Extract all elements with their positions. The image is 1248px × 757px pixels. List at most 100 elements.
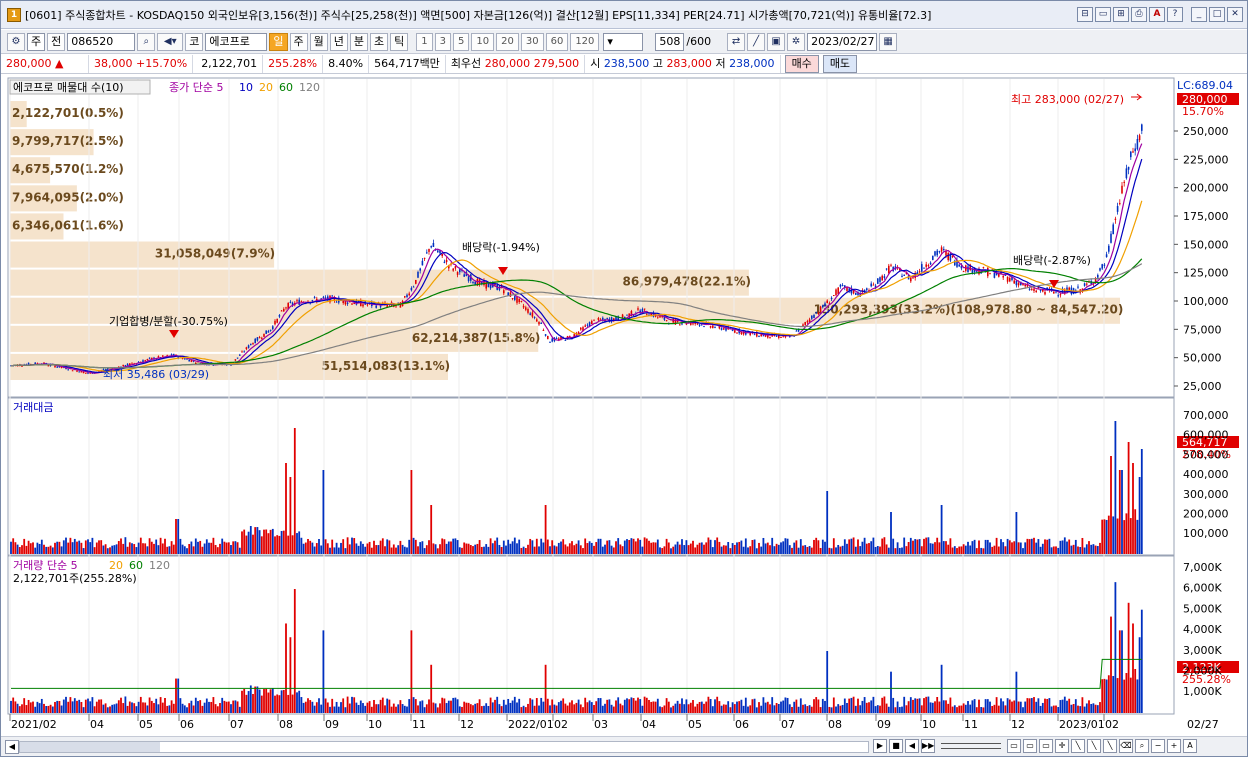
period-minute[interactable]: 분 xyxy=(349,32,368,51)
volume-panel[interactable] xyxy=(7,555,1175,715)
period-year[interactable]: 년 xyxy=(329,32,348,51)
candle-body xyxy=(813,315,815,319)
restore-pane-icon[interactable]: ⊞ xyxy=(1113,7,1129,22)
speaker-icon[interactable]: ◀▾ xyxy=(157,32,184,51)
chart-settings-icon[interactable]: ⚙ xyxy=(7,32,25,51)
gear-icon[interactable]: ✲ xyxy=(787,32,806,51)
chart-svg[interactable]: 2,122,701(0.5%) 9,799,717(2.5%) 4,675,570(… xyxy=(1,76,1247,736)
price-ma-label: 종가 단순 5 xyxy=(169,81,223,94)
draw-icon-1[interactable]: ╲ xyxy=(1071,739,1085,753)
amount-bar xyxy=(188,544,191,554)
minimize-button[interactable]: _ xyxy=(1191,7,1207,22)
interval-120[interactable]: 120 xyxy=(570,32,600,51)
period-month[interactable]: 월 xyxy=(309,32,328,51)
date-input[interactable]: 2023/02/27 xyxy=(807,32,878,51)
count-input[interactable]: 508 xyxy=(655,32,685,51)
chart-area[interactable]: 2,122,701(0.5%) 9,799,717(2.5%) 4,675,570(… xyxy=(1,76,1247,736)
market-select[interactable]: 주 xyxy=(27,32,46,51)
draw-icon-3[interactable]: ╲ xyxy=(1103,739,1117,753)
volume-bar xyxy=(443,698,446,713)
volume-bar xyxy=(58,701,61,713)
maximize-button[interactable]: □ xyxy=(1209,7,1225,22)
amount-bar xyxy=(298,531,301,554)
period-day[interactable]: 일 xyxy=(269,32,288,51)
draw-icon-2[interactable]: ╲ xyxy=(1087,739,1101,753)
amount-bar xyxy=(1134,509,1137,554)
candle-body xyxy=(428,248,430,252)
volume-bar xyxy=(872,696,875,713)
link-icon[interactable]: ⊟ xyxy=(1077,7,1093,22)
profile-label: 51,514,083(13.1%) xyxy=(322,359,451,373)
profile-label: 7,964,095(2.0%) xyxy=(12,190,124,204)
interval-10[interactable]: 10 xyxy=(471,32,495,51)
candle-body xyxy=(643,308,646,310)
period-second[interactable]: 초 xyxy=(370,32,389,51)
ma60-label: 60 xyxy=(279,81,293,94)
amount-bar xyxy=(296,533,298,554)
interval-30[interactable]: 30 xyxy=(520,32,544,51)
save-icon[interactable]: ▣ xyxy=(767,32,786,51)
volume-bar xyxy=(379,699,382,713)
volume-bar xyxy=(599,698,602,713)
candle-body xyxy=(940,247,943,252)
help-icon[interactable]: ? xyxy=(1167,7,1183,22)
zoom-out-icon[interactable]: − xyxy=(1151,739,1165,753)
layout-icon-3[interactable]: ▭ xyxy=(1039,739,1053,753)
layout-icon-2[interactable]: ▭ xyxy=(1023,739,1037,753)
amount-bar xyxy=(1004,546,1007,554)
calendar-icon[interactable]: ▦ xyxy=(879,32,898,51)
interval-custom[interactable]: ▾ xyxy=(603,32,644,51)
stop-icon[interactable]: ■ xyxy=(889,739,903,753)
volume-bar xyxy=(1125,673,1128,713)
prev-icon[interactable]: ◀ xyxy=(905,739,919,753)
swap-icon[interactable]: ⇄ xyxy=(727,32,746,51)
interval-1[interactable]: 1 xyxy=(416,32,433,51)
play-icon[interactable]: ▶ xyxy=(873,739,887,753)
font-icon[interactable]: A xyxy=(1149,7,1165,22)
candle-body xyxy=(971,269,974,274)
candle-body xyxy=(938,251,941,253)
period-tick[interactable]: 틱 xyxy=(390,32,409,51)
volume-bar xyxy=(786,697,789,713)
next-icon[interactable]: ▶▶ xyxy=(921,739,935,753)
buy-button[interactable]: 매수 xyxy=(784,54,819,73)
candle-body xyxy=(467,276,470,282)
stock-name[interactable]: 에코프로 xyxy=(205,32,268,51)
interval-60[interactable]: 60 xyxy=(545,32,569,51)
close-button[interactable]: ✕ xyxy=(1227,7,1243,22)
speed-slider[interactable] xyxy=(941,743,1001,749)
amount-bar xyxy=(181,544,184,554)
sell-button[interactable]: 매도 xyxy=(822,54,858,73)
amount-bar xyxy=(949,538,952,554)
line-tool-icon[interactable]: ╱ xyxy=(747,32,766,51)
amount-bar xyxy=(113,545,116,554)
volume-bar xyxy=(865,702,868,713)
volume-current: 2,122,701주(255.28%) xyxy=(13,572,137,585)
layout-icon-1[interactable]: ▭ xyxy=(1007,739,1021,753)
interval-20[interactable]: 20 xyxy=(496,32,519,51)
amount-panel[interactable] xyxy=(7,397,1175,556)
period-week[interactable]: 주 xyxy=(289,32,308,51)
scroll-left-icon[interactable]: ◀ xyxy=(5,740,19,754)
amount-bar xyxy=(518,539,521,554)
zoom-icon[interactable]: ⌕ xyxy=(1135,739,1149,753)
scroll-thumb[interactable] xyxy=(20,742,160,752)
interval-3[interactable]: 3 xyxy=(434,32,451,51)
print-icon[interactable]: ⎙ xyxy=(1131,7,1147,22)
code-input[interactable]: 086520 xyxy=(67,32,136,51)
amount-bar xyxy=(777,544,780,554)
candle-body xyxy=(962,271,965,273)
amount-bar xyxy=(989,542,991,554)
minimize-pane-icon[interactable]: ▭ xyxy=(1095,7,1111,22)
amount-bar xyxy=(252,534,254,554)
interval-5[interactable]: 5 xyxy=(453,32,470,51)
zoom-in-icon[interactable]: + xyxy=(1167,739,1181,753)
chart-scrollbar[interactable] xyxy=(19,741,869,753)
volume-bar xyxy=(210,701,213,713)
text-icon[interactable]: A xyxy=(1183,739,1197,753)
prev-button[interactable]: 전 xyxy=(47,32,66,51)
eraser-icon[interactable]: ⌫ xyxy=(1119,739,1133,753)
search-icon[interactable]: ⌕ xyxy=(137,32,156,51)
crosshair-icon[interactable]: ✛ xyxy=(1055,739,1069,753)
candle-body xyxy=(555,338,558,340)
